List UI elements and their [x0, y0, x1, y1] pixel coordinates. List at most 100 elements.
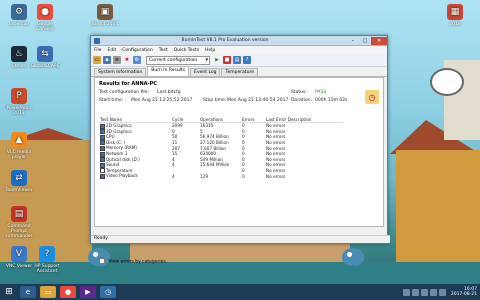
delete-icon[interactable]: ✖ — [123, 56, 131, 64]
network-icon[interactable] — [429, 288, 437, 296]
test-name-label: Optical disk (D:) — [106, 156, 140, 162]
minimize-button[interactable]: – — [347, 37, 359, 45]
teamviewer-icon: ⇄ — [11, 170, 27, 186]
tab-system-information[interactable]: System Information — [94, 68, 147, 76]
media-icon[interactable]: ▶ — [80, 286, 96, 298]
help-icon: ? — [39, 246, 55, 262]
desktop-icon-label: 2018 — [449, 22, 461, 27]
desktop-icon[interactable]: P PowerPoint 2013 — [2, 88, 36, 116]
background-water — [0, 262, 480, 284]
desktop-icon[interactable]: ⇆ GlobalSCAPE — [28, 46, 62, 69]
maximize-button[interactable]: □ — [359, 37, 371, 45]
results-panel: Results for ANNA-PC Test configuration f… — [94, 77, 384, 265]
desktop-icon[interactable]: ⇄ TeamViewer — [2, 170, 36, 193]
test-status-icon — [100, 123, 105, 129]
tray-icon[interactable] — [420, 288, 428, 296]
desktop-icon-label: GlobalSCAPE — [30, 64, 60, 69]
desktop-icon[interactable]: ▣ Burnit 2014 — [88, 4, 122, 27]
desktop-icon-label: VNC Viewer — [5, 264, 33, 269]
taskbar: ⊞ e ▭ ● ▶ ◷ 16:07 2017-08-21 — [0, 284, 480, 300]
desktop-icon-label: HP Support Assistant — [34, 264, 60, 274]
title-bar[interactable]: BurnInTest V8.1 Pro Evaluation version –… — [91, 36, 387, 46]
ie-icon[interactable]: e — [20, 286, 36, 298]
desktop-icon[interactable]: ▲ VLC media player — [2, 132, 36, 160]
play-icon[interactable]: ▶ — [213, 56, 221, 64]
test-status-icon — [100, 151, 105, 157]
test-name-label: Sound — [106, 162, 120, 168]
menu-file[interactable]: File — [91, 48, 105, 53]
save-icon[interactable]: ▪ — [103, 56, 111, 64]
table-cell: No errors — [266, 173, 286, 179]
test-name-label: Memory (RAM) — [106, 145, 137, 151]
tab-burn-in-results[interactable]: Burn In Results — [147, 66, 190, 76]
test-name-label: Temperature — [106, 167, 133, 173]
test-name-cell: Video Playback — [99, 173, 171, 179]
chrome-icon[interactable]: ● — [60, 286, 76, 298]
close-button[interactable]: ✕ — [371, 36, 387, 45]
network-icon[interactable]: ▤ — [233, 56, 241, 64]
stop-time-value: Mon Aug 21 13:40:54 2017 — [227, 98, 289, 103]
desktop-icon[interactable]: ▤ Command Prompt commander — [2, 206, 36, 239]
test-name-label: Network 1 — [106, 151, 128, 157]
menu-edit[interactable]: Edit — [105, 48, 120, 53]
table-cell: 4 — [172, 173, 175, 179]
status-value: PASS — [315, 90, 327, 95]
view-errors-checkbox[interactable]: View errors by categories — [99, 258, 166, 265]
help-icon[interactable]: ? — [243, 56, 251, 64]
vlc-icon: ▲ — [11, 132, 27, 148]
start-time-label: Start time: — [99, 98, 124, 103]
bird-character — [342, 248, 364, 266]
tab-temperature[interactable]: Temperature — [221, 68, 258, 76]
view-errors-label: View errors by categories — [108, 259, 166, 265]
clock[interactable]: 16:07 2017-08-21 — [451, 287, 477, 297]
desktop-icon-label: Burnit 2014 — [91, 22, 119, 27]
menu-help[interactable]: Help — [202, 48, 218, 53]
settings-icon[interactable]: ⚙ — [133, 56, 141, 64]
desktop-icon[interactable]: ▦ 2018 — [438, 4, 472, 27]
desktop-icon[interactable]: ? HP Support Assistant — [30, 246, 64, 274]
test-status-icon — [100, 134, 105, 140]
app-icon: ⚙ — [11, 4, 27, 20]
tab-event-log[interactable]: Event Log — [190, 68, 221, 76]
test-status-icon — [100, 162, 105, 168]
table-row[interactable]: Video Playback 4 129 0 No errors — [99, 173, 343, 179]
test-status-icon — [100, 173, 105, 179]
window-title: BurnInTest V8.1 Pro Evaluation version — [181, 38, 269, 43]
burnintest-taskbar-icon[interactable]: ◷ — [100, 286, 116, 298]
config-icon[interactable]: ≡ — [113, 56, 121, 64]
vnc-icon: V — [11, 246, 27, 262]
start-button[interactable]: ⊞ — [0, 285, 18, 299]
terminal-icon: ▤ — [11, 206, 27, 222]
desktop-icon[interactable]: ● Google Chrome — [28, 4, 62, 32]
volume-icon[interactable] — [438, 288, 446, 296]
test-name-label: Disk (C: ) — [106, 139, 126, 145]
status-bar: Ready — [91, 235, 390, 243]
system-tray: 16:07 2017-08-21 — [402, 287, 480, 297]
table-cell: 129 — [200, 173, 208, 179]
folder-icon: ▣ — [97, 4, 113, 20]
configuration-select[interactable]: Current configuration — [146, 55, 210, 65]
explorer-icon[interactable]: ▭ — [40, 286, 56, 298]
checkbox-box[interactable] — [99, 258, 105, 264]
tray-icon[interactable] — [411, 288, 419, 296]
stop-icon[interactable]: ■ — [223, 56, 231, 64]
results-table: Test Name Cycle Operations Errors Last E… — [99, 116, 343, 179]
menu-test[interactable]: Test — [156, 48, 171, 53]
gauge-widget — [430, 68, 464, 96]
toolbar: ▭ ▪ ≡ ✖ ⚙ Current configuration ▶ ■ ▤ ? — [91, 54, 387, 67]
status-label: Status: — [291, 90, 307, 95]
stop-time-label: Stop time: — [203, 98, 227, 103]
menu-bar: File Edit Configuration Test Quick Tests… — [91, 46, 387, 54]
test-config-value: Last.bitcfg — [157, 90, 181, 95]
transfer-icon: ⇆ — [37, 46, 53, 62]
open-icon[interactable]: ▭ — [93, 56, 101, 64]
chrome-icon: ● — [37, 4, 53, 20]
burnintest-window: BurnInTest V8.1 Pro Evaluation version –… — [90, 35, 390, 265]
menu-quick-tests[interactable]: Quick Tests — [171, 48, 202, 53]
pass-gauge-icon: ◷ — [365, 90, 379, 104]
duration-value: 000h 15m 02s — [315, 98, 348, 103]
tray-icon[interactable] — [402, 288, 410, 296]
desktop-icon-label: VLC media player — [6, 150, 32, 160]
menu-configuration[interactable]: Configuration — [119, 48, 156, 53]
duration-label: Duration: — [291, 98, 313, 103]
